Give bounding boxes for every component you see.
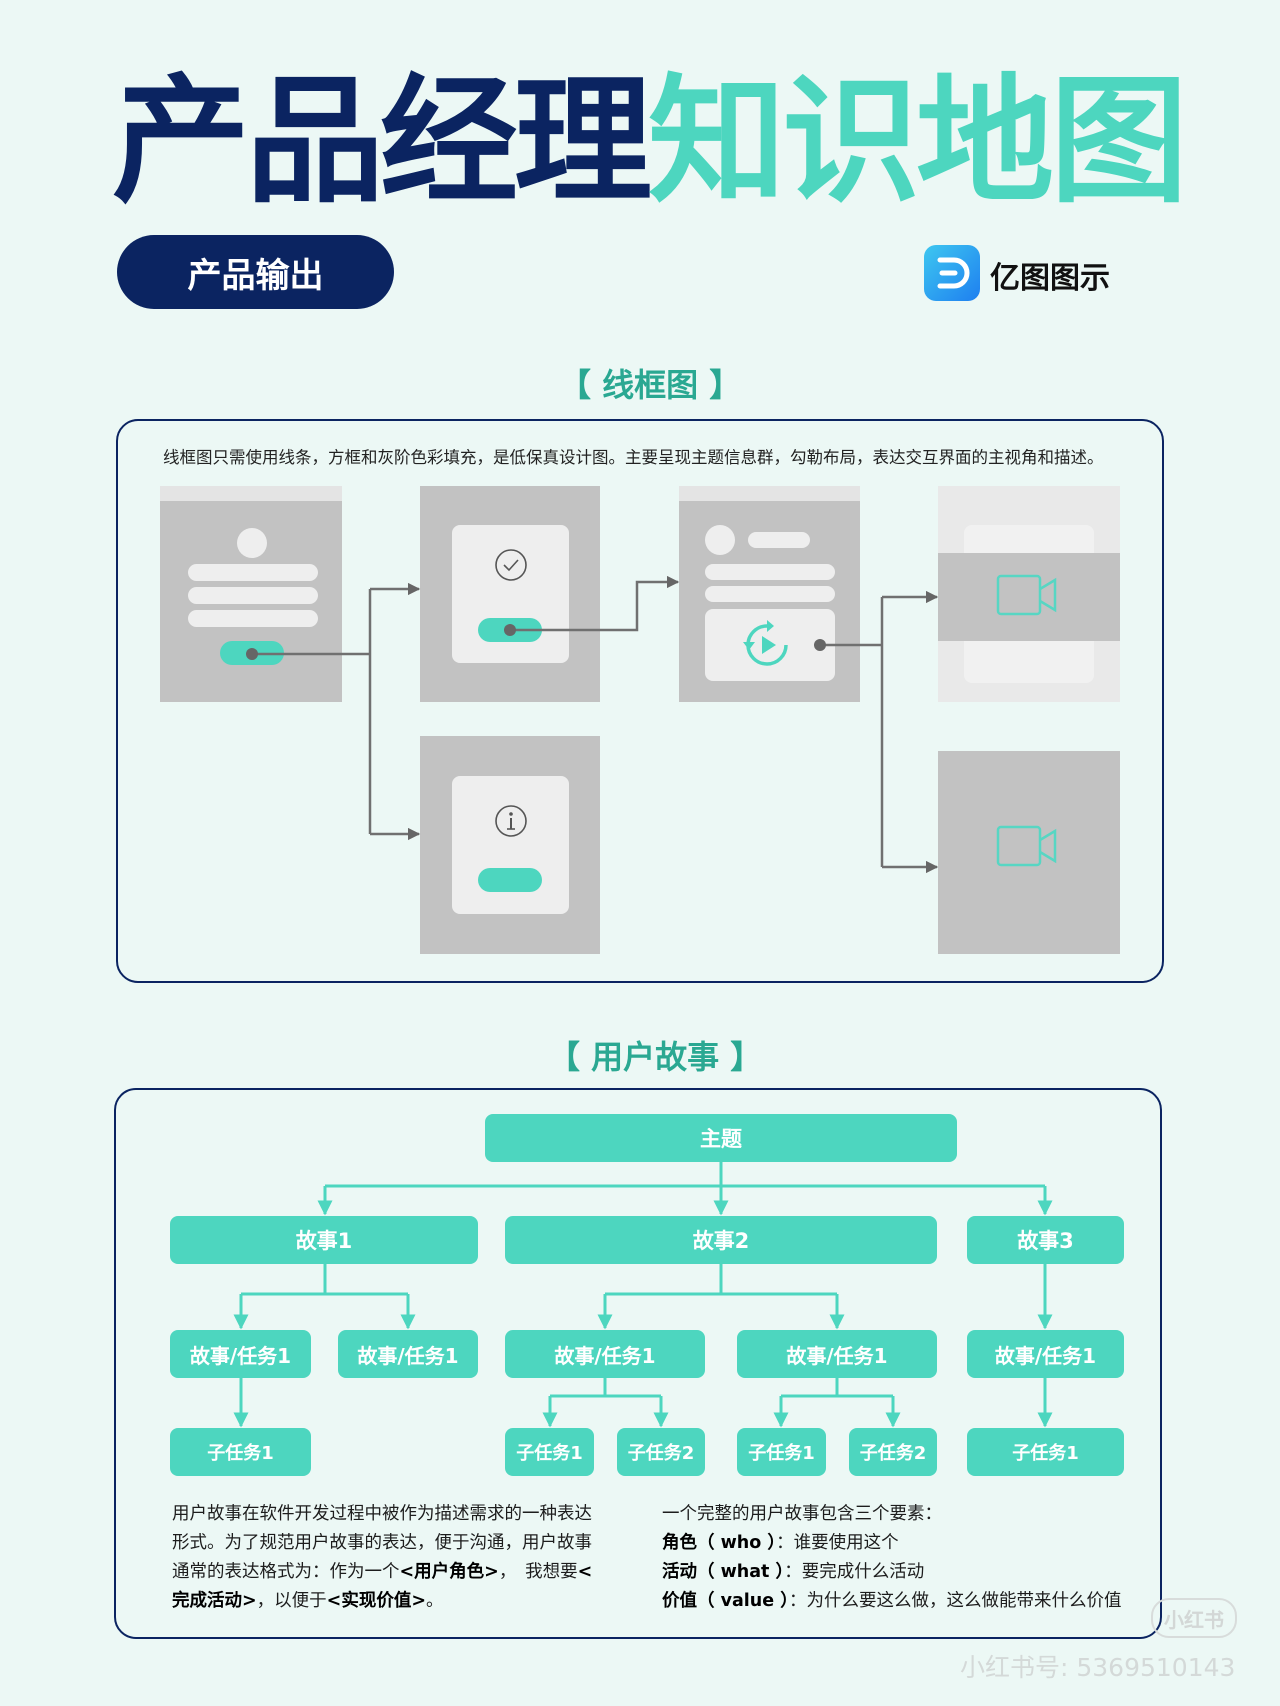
tree-node-subtask: 子任务1 bbox=[737, 1428, 826, 1476]
element-label: 价值（ value ） bbox=[662, 1591, 789, 1611]
tree-node-subtask: 子任务1 bbox=[170, 1428, 311, 1476]
tree-node-story: 故事2 bbox=[505, 1216, 937, 1264]
tree-node-story: 故事1 bbox=[170, 1216, 478, 1264]
element-row: 角色（ who ）：谁要使用这个 bbox=[662, 1529, 1142, 1558]
elements-intro: 一个完整的用户故事包含三个要素： bbox=[662, 1504, 942, 1524]
tree-node-theme: 主题 bbox=[485, 1114, 957, 1162]
definition-text: 。 bbox=[426, 1591, 444, 1611]
user-story-elements: 一个完整的用户故事包含三个要素： 角色（ who ）：谁要使用这个 活动（ wh… bbox=[662, 1500, 1142, 1616]
element-text: ：为什么要这么做，这么做能带来什么价值 bbox=[788, 1591, 1122, 1611]
tree-node-task: 故事/任务1 bbox=[505, 1330, 705, 1378]
element-text: ：谁要使用这个 bbox=[776, 1533, 899, 1553]
value-term: <实现价值> bbox=[326, 1591, 426, 1611]
element-row: 活动（ what ）：要完成什么活动 bbox=[662, 1558, 1142, 1587]
wireframe-connectors bbox=[246, 575, 939, 874]
tree-node-story: 故事3 bbox=[967, 1216, 1124, 1264]
tree-node-task: 故事/任务1 bbox=[967, 1330, 1124, 1378]
tree-node-task: 故事/任务1 bbox=[737, 1330, 937, 1378]
tree-node-subtask: 子任务2 bbox=[849, 1428, 937, 1476]
element-label: 活动（ what ） bbox=[662, 1562, 785, 1582]
tree-node-task: 故事/任务1 bbox=[170, 1330, 311, 1378]
watermark-id: 小红书号: 5369510143 bbox=[960, 1653, 1236, 1682]
user-role-term: <用户角色> bbox=[399, 1562, 499, 1582]
tree-node-task: 故事/任务1 bbox=[338, 1330, 478, 1378]
user-story-definition: 用户故事在软件开发过程中被作为描述需求的一种表达形式。为了规范用户故事的表达，便… bbox=[172, 1500, 607, 1616]
element-label: 角色（ who ） bbox=[662, 1533, 777, 1553]
element-row: 价值（ value ）：为什么要这么做，这么做能带来什么价值 bbox=[662, 1587, 1142, 1616]
element-text: ：要完成什么活动 bbox=[784, 1562, 925, 1582]
tree-node-subtask: 子任务2 bbox=[617, 1428, 705, 1476]
definition-text: ， 我想要 bbox=[498, 1562, 578, 1582]
tree-node-subtask: 子任务1 bbox=[505, 1428, 594, 1476]
watermark-logo: 小红书 bbox=[1151, 1598, 1237, 1638]
tree-node-subtask: 子任务1 bbox=[967, 1428, 1124, 1476]
definition-text: ，以便于 bbox=[256, 1591, 327, 1611]
